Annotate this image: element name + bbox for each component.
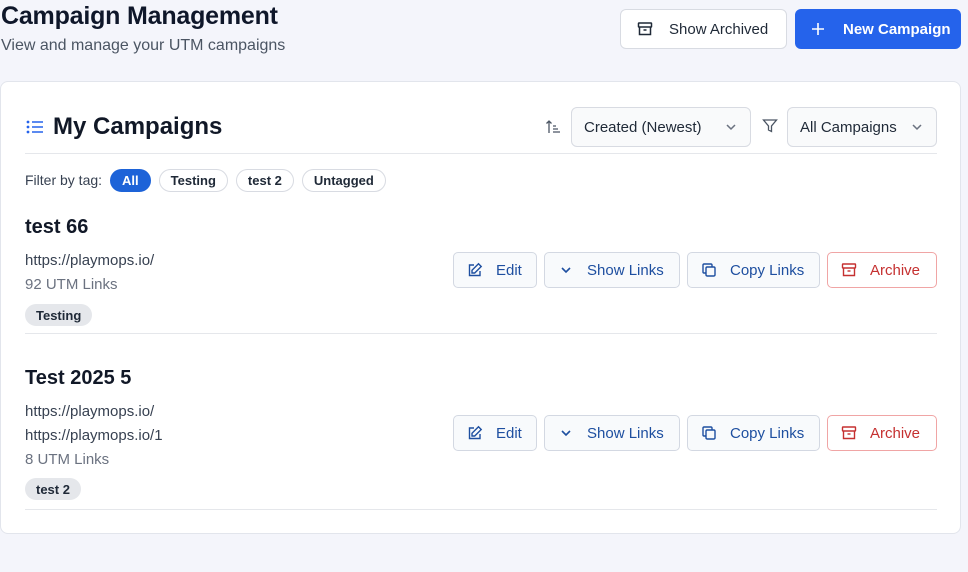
tag-filter-bar: Filter by tag: All Testing test 2 Untagg…	[25, 168, 394, 192]
edit-icon	[467, 425, 483, 441]
campaign-urls: https://playmops.io/	[25, 249, 154, 273]
new-campaign-label: New Campaign	[843, 20, 951, 38]
campaign-urls: https://playmops.io/ https://playmops.io…	[25, 400, 163, 448]
show-archived-button[interactable]: Show Archived	[620, 9, 787, 49]
copy-links-button[interactable]: Copy Links	[687, 415, 820, 451]
campaign-url: https://playmops.io/1	[25, 427, 163, 444]
campaign-filter-select[interactable]: All Campaigns	[787, 107, 937, 147]
page-title: Campaign Management	[1, 2, 278, 30]
show-links-button[interactable]: Show Links	[544, 415, 680, 451]
archive-label: Archive	[870, 424, 921, 442]
sort-select[interactable]: Created (Newest)	[571, 107, 751, 147]
plus-icon	[811, 22, 825, 36]
archive-button[interactable]: Archive	[827, 415, 937, 451]
campaign-url: https://playmops.io/	[25, 403, 155, 420]
page-header: Campaign Management View and manage your…	[0, 0, 968, 70]
campaign-url: https://playmops.io/	[25, 252, 155, 269]
show-links-label: Show Links	[587, 261, 664, 279]
page-subtitle: View and manage your UTM campaigns	[1, 37, 286, 54]
tag-filter-label: Filter by tag:	[25, 172, 103, 188]
copy-icon	[701, 425, 717, 441]
show-links-label: Show Links	[587, 424, 664, 442]
edit-button[interactable]: Edit	[453, 252, 537, 288]
copy-icon	[701, 262, 717, 278]
chevron-down-icon	[910, 120, 924, 134]
campaign-name: Test 2025 5	[25, 367, 132, 389]
show-links-button[interactable]: Show Links	[544, 252, 680, 288]
filter-icon[interactable]	[762, 118, 778, 134]
campaign-name: test 66	[25, 216, 89, 238]
card-title-text: My Campaigns	[53, 113, 223, 140]
archive-icon	[841, 425, 857, 441]
show-archived-label: Show Archived	[669, 20, 769, 38]
archive-button[interactable]: Archive	[827, 252, 937, 288]
edit-button[interactable]: Edit	[453, 415, 537, 451]
campaign-link-count: 92 UTM Links	[25, 276, 118, 293]
campaigns-card: My Campaigns Created (Newest) All Campai…	[0, 81, 961, 534]
campaign-filter-value: All Campaigns	[800, 118, 897, 136]
list-icon	[25, 117, 45, 137]
card-title: My Campaigns	[25, 113, 222, 141]
archive-icon	[841, 262, 857, 278]
edit-icon	[467, 262, 483, 278]
tag-chip-test-2[interactable]: test 2	[235, 168, 294, 192]
archive-icon	[637, 21, 653, 37]
copy-links-button[interactable]: Copy Links	[687, 252, 820, 288]
chevron-down-icon	[558, 262, 574, 278]
campaign-tag: test 2	[25, 478, 81, 500]
campaign-row: Test 2025 5 https://playmops.io/ https:/…	[25, 365, 937, 510]
tag-chip-testing[interactable]: Testing	[158, 168, 228, 192]
edit-label: Edit	[496, 261, 522, 279]
archive-label: Archive	[870, 261, 921, 279]
campaign-tag: Testing	[25, 304, 93, 326]
campaign-row: test 66 https://playmops.io/ 92 UTM Link…	[25, 214, 937, 334]
campaign-link-count: 8 UTM Links	[25, 451, 110, 468]
new-campaign-button[interactable]: New Campaign	[795, 9, 961, 49]
copy-links-label: Copy Links	[730, 261, 805, 279]
chevron-down-icon	[558, 425, 574, 441]
tag-chip-all[interactable]: All	[110, 168, 151, 192]
copy-links-label: Copy Links	[730, 424, 805, 442]
tag-chip-untagged[interactable]: Untagged	[301, 168, 386, 192]
sort-ascending-icon[interactable]	[545, 119, 561, 135]
sort-select-value: Created (Newest)	[584, 118, 702, 136]
chevron-down-icon	[724, 120, 738, 134]
card-header: My Campaigns Created (Newest) All Campai…	[25, 106, 937, 154]
edit-label: Edit	[496, 424, 522, 442]
